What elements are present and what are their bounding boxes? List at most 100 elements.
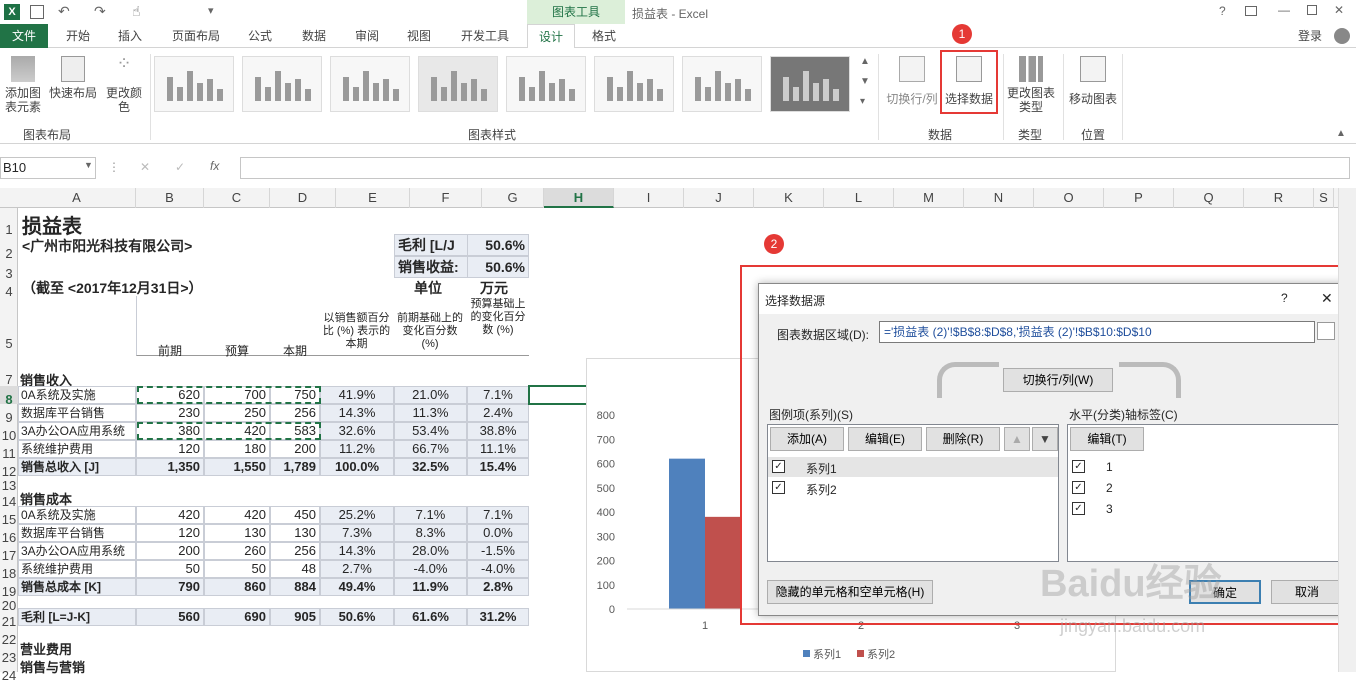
tab-format[interactable]: 格式	[580, 24, 628, 48]
row-header[interactable]: 12	[0, 458, 18, 479]
value-cell[interactable]: 884	[270, 578, 320, 596]
checkbox-checked-icon[interactable]: ✓	[772, 460, 785, 473]
tab-developer[interactable]: 开发工具	[452, 24, 518, 48]
value-cell[interactable]: 53.4%	[394, 422, 467, 440]
value-cell[interactable]: 48	[270, 560, 320, 578]
value-cell[interactable]: 560	[136, 608, 204, 626]
value-cell[interactable]: 11.1%	[467, 440, 529, 458]
row-header[interactable]: 1	[0, 208, 18, 237]
gallery-scroll-down-icon[interactable]: ▼	[860, 76, 870, 87]
value-cell[interactable]: 21.0%	[394, 386, 467, 404]
edit-series-button[interactable]: 编辑(E)	[848, 427, 922, 451]
value-cell[interactable]: 450	[270, 506, 320, 524]
switch-row-column-button[interactable]: 切换行/列	[884, 56, 940, 106]
restore-icon[interactable]	[1307, 5, 1317, 15]
value-cell[interactable]: 420	[204, 506, 270, 524]
row-header[interactable]: 20	[0, 596, 18, 613]
row-header[interactable]: 11	[0, 440, 18, 461]
name-box[interactable]: B10	[0, 157, 96, 179]
column-header[interactable]: C	[204, 188, 270, 208]
help-icon[interactable]: ?	[1219, 4, 1226, 18]
value-cell[interactable]: 1,350	[136, 458, 204, 476]
enter-icon[interactable]: ✓	[175, 160, 185, 174]
value-cell[interactable]: 14.3%	[320, 542, 394, 560]
value-cell[interactable]: 7.3%	[320, 524, 394, 542]
insert-function-icon[interactable]: fx	[210, 159, 219, 173]
kpi2-value[interactable]: 50.6%	[467, 256, 529, 278]
range-input[interactable]: ='损益表 (2)'!$B$8:$D$8,'损益表 (2)'!$B$10:$D$…	[879, 321, 1315, 343]
row-label-cell[interactable]: 3A办公OA应用系统	[18, 422, 136, 440]
row-label-cell[interactable]: 毛利 [L=J-K]	[18, 608, 136, 626]
redo-icon[interactable]: ↷	[94, 3, 106, 20]
signin-link[interactable]: 登录	[1290, 24, 1330, 48]
move-up-button[interactable]: ▲	[1004, 427, 1030, 451]
touch-mode-icon[interactable]: ☝	[132, 3, 141, 20]
dialog-close-icon[interactable]: ✕	[1321, 290, 1333, 307]
row-header[interactable]: 2	[0, 236, 18, 261]
column-header[interactable]: F	[410, 188, 482, 208]
column-header[interactable]: S	[1314, 188, 1334, 208]
value-cell[interactable]: 2.7%	[320, 560, 394, 578]
dialog-help-icon[interactable]: ?	[1281, 291, 1288, 305]
quick-layout-button[interactable]: 快速布局	[48, 56, 98, 100]
column-header[interactable]: L	[824, 188, 894, 208]
value-cell[interactable]: 905	[270, 608, 320, 626]
value-cell[interactable]: 1,550	[204, 458, 270, 476]
tab-review[interactable]: 审阅	[345, 24, 389, 48]
tab-design[interactable]: 设计	[527, 24, 575, 49]
column-header[interactable]: G	[482, 188, 544, 208]
add-series-button[interactable]: 添加(A)	[770, 427, 844, 451]
value-cell[interactable]: 15.4%	[467, 458, 529, 476]
value-cell[interactable]: 66.7%	[394, 440, 467, 458]
tab-page-layout[interactable]: 页面布局	[164, 24, 228, 48]
chart-style-thumb[interactable]	[770, 56, 850, 112]
value-cell[interactable]: 2.8%	[467, 578, 529, 596]
chart-style-thumb[interactable]	[418, 56, 498, 112]
series-list-item[interactable]: ✓ 系列2	[768, 478, 1058, 498]
change-chart-type-button[interactable]: 更改图表类型	[1006, 56, 1056, 114]
checkbox-checked-icon[interactable]: ✓	[1072, 481, 1085, 494]
cancel-button[interactable]: 取消	[1271, 580, 1343, 604]
value-cell[interactable]: 50	[204, 560, 270, 578]
value-cell[interactable]: 100.0%	[320, 458, 394, 476]
value-cell[interactable]: -4.0%	[467, 560, 529, 578]
move-down-button[interactable]: ▼	[1032, 427, 1058, 451]
cancel-icon[interactable]: ✕	[140, 160, 150, 174]
axis-label-item[interactable]: ✓ 3	[1068, 499, 1344, 519]
minimize-icon[interactable]: —	[1278, 3, 1290, 17]
row-header[interactable]: 10	[0, 422, 18, 443]
gallery-more-icon[interactable]: ▾	[860, 96, 865, 107]
user-avatar-icon[interactable]	[1334, 28, 1350, 44]
value-cell[interactable]: 256	[270, 542, 320, 560]
value-cell[interactable]: 50.6%	[320, 608, 394, 626]
hidden-empty-cells-button[interactable]: 隐藏的单元格和空单元格(H)	[767, 580, 933, 604]
row-header[interactable]: 17	[0, 542, 18, 563]
value-cell[interactable]: 256	[270, 404, 320, 422]
checkbox-checked-icon[interactable]: ✓	[772, 481, 785, 494]
value-cell[interactable]: 11.3%	[394, 404, 467, 422]
column-header[interactable]: I	[614, 188, 684, 208]
value-cell[interactable]: 7.1%	[394, 506, 467, 524]
column-header[interactable]: B	[136, 188, 204, 208]
row-header[interactable]: 7	[0, 356, 18, 387]
value-cell[interactable]: 11.2%	[320, 440, 394, 458]
row-header[interactable]: 22	[0, 626, 18, 647]
close-window-icon[interactable]: ✕	[1334, 3, 1344, 17]
chart-style-thumb[interactable]	[594, 56, 674, 112]
column-header[interactable]: D	[270, 188, 336, 208]
value-cell[interactable]: 130	[270, 524, 320, 542]
row-label-cell[interactable]: 销售总成本 [K]	[18, 578, 136, 596]
row-header[interactable]: 23	[0, 644, 18, 665]
value-cell[interactable]: 1,789	[270, 458, 320, 476]
row-header[interactable]: 18	[0, 560, 18, 581]
value-cell[interactable]: 38.8%	[467, 422, 529, 440]
tab-formulas[interactable]: 公式	[238, 24, 282, 48]
value-cell[interactable]: 28.0%	[394, 542, 467, 560]
value-cell[interactable]: 200	[136, 542, 204, 560]
chart-style-thumb[interactable]	[330, 56, 410, 112]
row-label-cell[interactable]: 系统维护费用	[18, 440, 136, 458]
value-cell[interactable]: 50	[136, 560, 204, 578]
row-header[interactable]: 24	[0, 662, 18, 683]
formula-input[interactable]	[240, 157, 1350, 179]
value-cell[interactable]: 31.2%	[467, 608, 529, 626]
